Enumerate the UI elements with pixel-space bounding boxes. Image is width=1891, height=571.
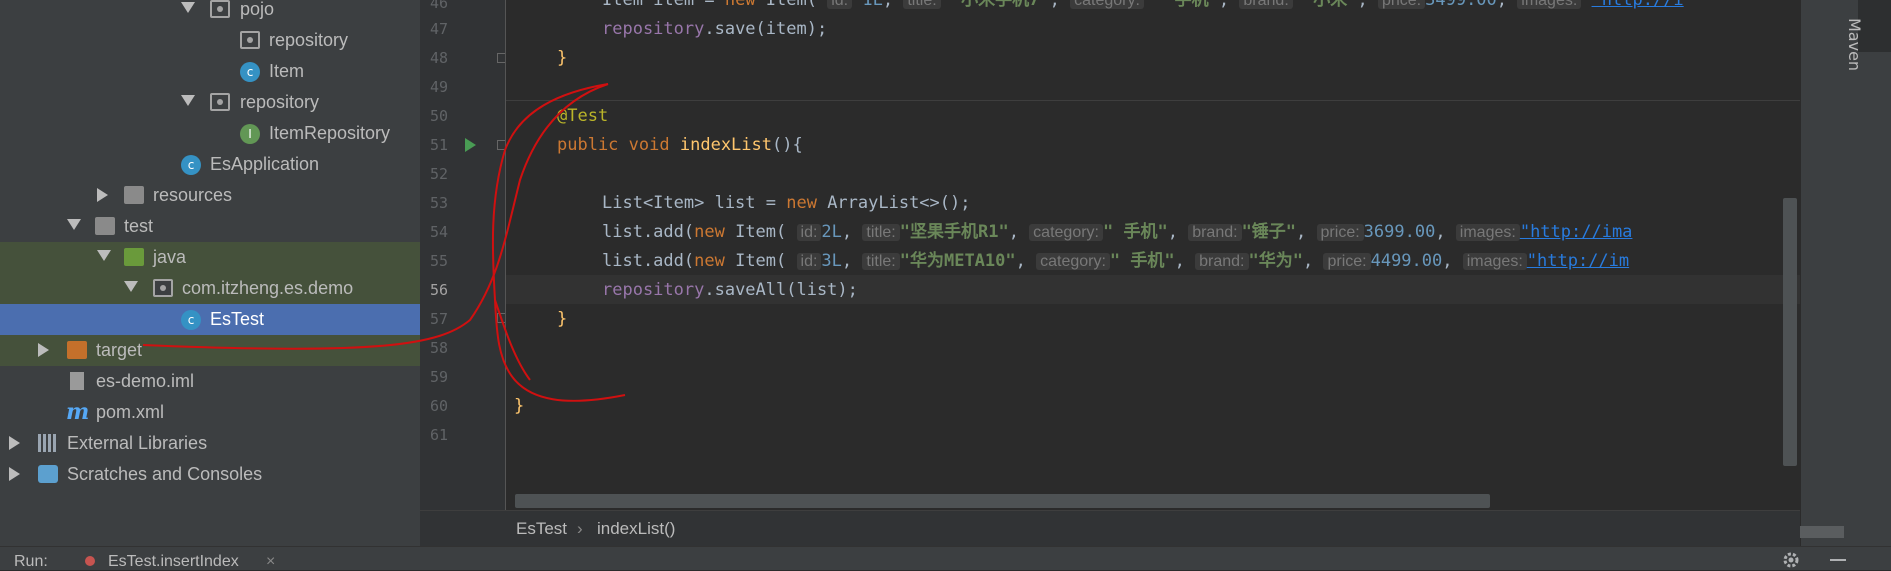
line-number: 46 <box>429 0 448 12</box>
code-editor[interactable]: Item item = new Item( id: 1L, title: "小米… <box>506 0 1800 510</box>
breadcrumb-method[interactable]: indexList() <box>597 519 675 539</box>
tree-item-itemrepository[interactable]: I ItemRepository <box>0 118 420 149</box>
line-number: 59 <box>429 368 448 386</box>
tree-item-java[interactable]: java <box>0 242 420 273</box>
tree-item-test[interactable]: test <box>0 211 420 242</box>
chevron-down-icon[interactable] <box>124 281 138 292</box>
code-line-55: list.add(new Item( id: 3L, title: "华为META1… <box>602 251 1630 271</box>
package-icon <box>210 93 230 111</box>
tree-item-target[interactable]: target <box>0 335 420 366</box>
line-number: 52 <box>429 165 448 183</box>
folder-icon <box>95 217 115 235</box>
code-line-60: } <box>514 396 525 416</box>
method-separator <box>506 100 1800 101</box>
test-config-icon <box>85 556 95 566</box>
line-number: 51 <box>429 136 448 154</box>
line-number: 48 <box>429 49 448 67</box>
chevron-right-icon[interactable] <box>9 436 20 450</box>
code-line-56: repository.saveAll(list); <box>602 280 858 300</box>
line-number: 58 <box>429 339 448 357</box>
run-test-icon[interactable] <box>465 138 476 152</box>
tree-item-es-demo-iml[interactable]: es-demo.iml <box>0 366 420 397</box>
test-source-folder-icon <box>124 248 144 266</box>
tree-item-item-class[interactable]: c Item <box>0 56 420 87</box>
tree-item-package[interactable]: com.itzheng.es.demo <box>0 273 420 304</box>
tree-item-pojo[interactable]: pojo <box>0 0 420 25</box>
breadcrumb-file[interactable]: EsTest <box>516 519 567 539</box>
line-number: 55 <box>429 252 448 270</box>
right-tool-strip: Maven <box>1800 0 1891 546</box>
maven-tool-tab[interactable]: Maven <box>1845 0 1891 71</box>
test-class-icon: c <box>181 310 201 330</box>
tree-item-repository-pkg[interactable]: repository <box>0 87 420 118</box>
run-label: Run: <box>14 553 48 570</box>
scroll-thumb[interactable] <box>1800 526 1844 538</box>
package-icon <box>153 279 173 297</box>
tree-item-estest[interactable]: c EsTest <box>0 304 420 335</box>
libraries-icon <box>38 434 58 452</box>
code-line-48: } <box>557 48 568 68</box>
resources-folder-icon <box>124 186 144 204</box>
run-config-tab[interactable]: EsTest.insertIndex <box>108 553 239 571</box>
package-icon <box>210 0 230 18</box>
code-line-54: list.add(new Item( id: 2L, title: "坚果手机R1"… <box>602 222 1633 242</box>
code-line-50: @Test <box>557 106 609 126</box>
run-toolbar: Run: EsTest.insertIndex × <box>0 546 1891 570</box>
tree-item-scratches[interactable]: Scratches and Consoles <box>0 459 420 490</box>
gear-icon[interactable] <box>1782 551 1800 569</box>
breadcrumb-separator: › <box>577 519 583 538</box>
project-tree: pojo repository c Item repository I Item… <box>0 0 420 546</box>
spring-class-icon: c <box>181 155 201 175</box>
line-number: 50 <box>429 107 448 125</box>
chevron-down-icon[interactable] <box>97 250 111 261</box>
close-icon[interactable]: × <box>266 553 275 571</box>
line-number: 53 <box>429 194 448 212</box>
line-number: 57 <box>429 310 448 328</box>
iml-file-icon <box>70 372 84 390</box>
line-number: 54 <box>429 223 448 241</box>
line-number: 61 <box>429 426 448 444</box>
chevron-down-icon[interactable] <box>181 95 195 106</box>
code-line-51: public void indexList(){ <box>557 135 803 155</box>
tree-item-pom-xml[interactable]: m pom.xml <box>0 397 420 428</box>
code-line-46: Item item = new Item( id: 1L, title: "小米… <box>602 0 1684 15</box>
line-number: 60 <box>429 397 448 415</box>
tree-item-resources[interactable]: resources <box>0 180 420 211</box>
line-number: 47 <box>429 20 448 38</box>
chevron-right-icon[interactable] <box>97 188 108 202</box>
interface-icon: I <box>240 124 260 144</box>
package-icon <box>240 31 260 49</box>
tree-item-esapplication[interactable]: c EsApplication <box>0 149 420 180</box>
chevron-down-icon[interactable] <box>181 2 195 13</box>
excluded-folder-icon <box>67 341 87 359</box>
code-line-47: repository.save(item); <box>602 19 828 39</box>
scratches-icon <box>38 465 58 483</box>
code-line-53: List<Item> list = new ArrayList<>(); <box>602 193 971 213</box>
vertical-scrollbar[interactable] <box>1783 198 1797 466</box>
tree-item-repository[interactable]: repository <box>0 25 420 56</box>
horizontal-scrollbar[interactable] <box>515 494 1490 508</box>
minimize-icon[interactable] <box>1830 559 1846 561</box>
tree-item-external-libraries[interactable]: External Libraries <box>0 428 420 459</box>
chevron-down-icon[interactable] <box>67 219 81 230</box>
code-line-57: } <box>557 309 568 329</box>
line-number-current: 56 <box>429 281 448 299</box>
chevron-right-icon[interactable] <box>38 343 49 357</box>
chevron-right-icon[interactable] <box>9 467 20 481</box>
maven-icon: m <box>66 399 90 425</box>
line-number: 49 <box>429 78 448 96</box>
class-icon: c <box>240 62 260 82</box>
breadcrumb: EsTest › indexList() <box>420 510 1800 547</box>
